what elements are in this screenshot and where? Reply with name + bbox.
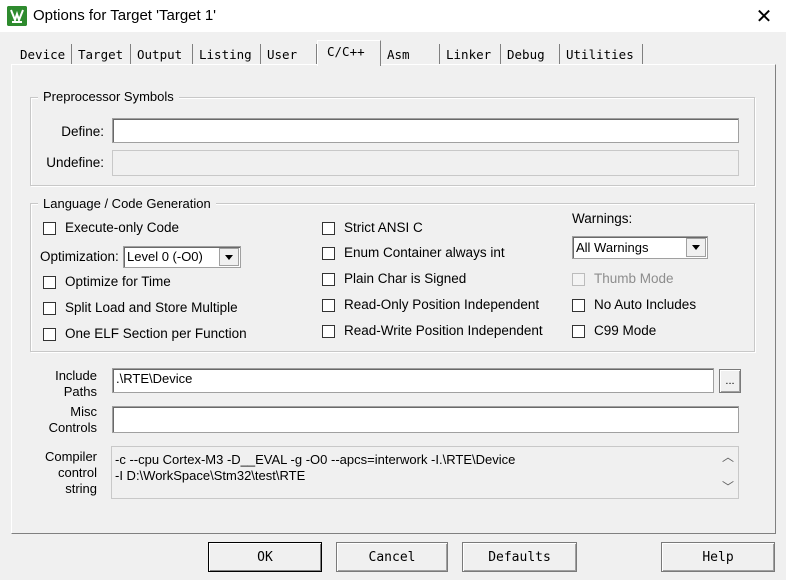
rw-position-label: Read-Write Position Independent	[344, 323, 543, 338]
include-paths-input[interactable]: .\RTE\Device	[112, 368, 714, 393]
checkbox-box[interactable]	[43, 221, 56, 235]
checkbox-box[interactable]	[572, 324, 585, 338]
optimization-value: Level 0 (-O0)	[127, 249, 203, 264]
compiler-label-line1: Compiler	[44, 449, 97, 464]
execute-only-checkbox[interactable]: Execute-only Code	[43, 220, 179, 236]
checkbox-box[interactable]	[322, 298, 335, 312]
checkbox-box[interactable]	[322, 246, 335, 260]
chevron-down-icon[interactable]	[686, 238, 706, 257]
c99-mode-checkbox[interactable]: C99 Mode	[572, 323, 656, 339]
include-label-line1: Include	[55, 368, 97, 383]
checkbox-box[interactable]	[572, 298, 585, 312]
misc-label-line1: Misc	[70, 404, 97, 419]
compiler-label-line2: control	[57, 465, 97, 480]
tab-output[interactable]: Output	[131, 44, 193, 65]
checkbox-box[interactable]	[43, 301, 56, 315]
language-legend: Language / Code Generation	[38, 196, 216, 211]
chevron-up-icon[interactable]: ︿	[722, 451, 734, 463]
misc-label-line2: Controls	[48, 420, 97, 435]
enum-container-label: Enum Container always int	[344, 245, 505, 260]
one-elf-label: One ELF Section per Function	[65, 326, 247, 341]
optimization-label: Optimization:	[40, 249, 119, 264]
execute-only-label: Execute-only Code	[65, 220, 180, 235]
tab-user[interactable]: User	[261, 44, 317, 65]
ro-position-checkbox[interactable]: Read-Only Position Independent	[322, 297, 539, 313]
include-label-line2: Paths	[63, 384, 97, 399]
checkbox-box[interactable]	[43, 275, 56, 289]
misc-controls-input[interactable]	[112, 406, 739, 433]
include-browse-button[interactable]: ...	[719, 369, 741, 393]
thumb-mode-label: Thumb Mode	[594, 271, 674, 286]
split-load-checkbox[interactable]: Split Load and Store Multiple	[43, 300, 238, 316]
compiler-scrollbar[interactable]: ︿ ﹀	[717, 447, 738, 498]
ro-position-label: Read-Only Position Independent	[344, 297, 540, 312]
checkbox-box	[572, 272, 585, 286]
tab-target[interactable]: Target	[72, 44, 131, 65]
undefine-label: Undefine:	[46, 155, 104, 170]
warnings-label: Warnings:	[572, 211, 633, 226]
checkbox-box[interactable]	[322, 272, 335, 286]
rw-position-checkbox[interactable]: Read-Write Position Independent	[322, 323, 543, 339]
plain-char-label: Plain Char is Signed	[344, 271, 467, 286]
no-auto-includes-label: No Auto Includes	[594, 297, 697, 312]
ok-button[interactable]: OK	[208, 542, 322, 572]
tab-asm[interactable]: Asm	[381, 44, 440, 65]
optimization-select[interactable]: Level 0 (-O0)	[123, 246, 241, 268]
checkbox-box[interactable]	[43, 327, 56, 341]
optimize-time-checkbox[interactable]: Optimize for Time	[43, 274, 171, 290]
checkbox-box[interactable]	[322, 221, 335, 235]
define-input[interactable]	[112, 118, 739, 143]
warnings-value: All Warnings	[576, 239, 649, 255]
plain-char-checkbox[interactable]: Plain Char is Signed	[322, 271, 466, 287]
checkbox-box[interactable]	[322, 324, 335, 338]
compiler-label-line3: string	[65, 481, 97, 496]
thumb-mode-checkbox: Thumb Mode	[572, 271, 674, 287]
compiler-string-line: -I D:\WorkSpace\Stm32\test\RTE	[115, 468, 306, 483]
optimize-time-label: Optimize for Time	[65, 274, 171, 289]
undefine-input	[112, 150, 739, 176]
preprocessor-legend: Preprocessor Symbols	[38, 89, 179, 104]
tab-c-cpp[interactable]: C/C++	[317, 40, 381, 66]
strict-ansi-checkbox[interactable]: Strict ANSI C	[322, 220, 423, 236]
split-load-label: Split Load and Store Multiple	[65, 300, 238, 315]
tab-debug[interactable]: Debug	[501, 44, 560, 65]
help-button[interactable]: Help	[661, 542, 775, 572]
tab-utilities[interactable]: Utilities	[560, 44, 643, 65]
compiler-control-string[interactable]: -c --cpu Cortex-M3 -D__EVAL -g -O0 --apc…	[111, 446, 739, 499]
chevron-down-icon[interactable]: ﹀	[722, 481, 734, 493]
no-auto-includes-checkbox[interactable]: No Auto Includes	[572, 297, 696, 313]
defaults-button[interactable]: Defaults	[462, 542, 577, 572]
enum-container-checkbox[interactable]: Enum Container always int	[322, 245, 505, 261]
tab-device[interactable]: Device	[14, 44, 72, 65]
c99-mode-label: C99 Mode	[594, 323, 657, 338]
one-elf-checkbox[interactable]: One ELF Section per Function	[43, 326, 247, 342]
cancel-button[interactable]: Cancel	[336, 542, 448, 572]
tab-listing[interactable]: Listing	[193, 44, 261, 65]
compiler-string-line: -c --cpu Cortex-M3 -D__EVAL -g -O0 --apc…	[115, 452, 516, 467]
window-title: Options for Target 'Target 1'	[33, 7, 217, 24]
close-icon[interactable]: ✕	[746, 0, 782, 32]
tab-linker[interactable]: Linker	[440, 44, 501, 65]
strict-ansi-label: Strict ANSI C	[344, 220, 423, 235]
keil-app-icon	[7, 6, 27, 26]
define-label: Define:	[61, 124, 104, 139]
chevron-down-icon[interactable]	[219, 248, 239, 266]
warnings-select[interactable]: All Warnings	[572, 236, 708, 259]
